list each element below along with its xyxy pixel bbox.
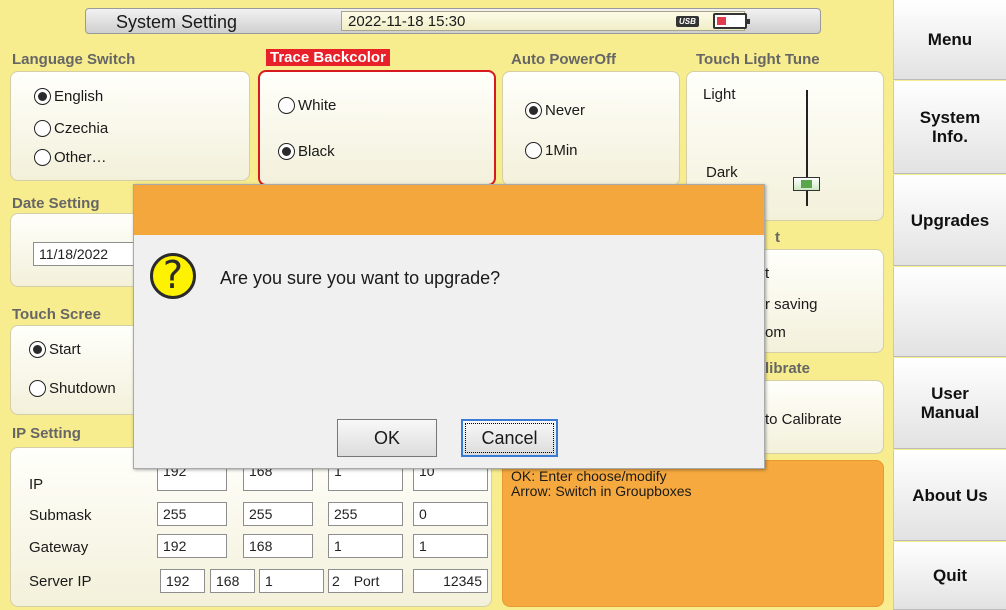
touch-light-header: Touch Light Tune: [696, 51, 820, 68]
port-label: Port: [353, 573, 380, 589]
calibrate-header: librate: [765, 360, 811, 377]
partial-option-3[interactable]: om: [765, 324, 786, 341]
date-setting-header: Date Setting: [12, 195, 100, 212]
language-english-radio[interactable]: English: [34, 88, 103, 105]
gateway-label: Gateway: [29, 539, 89, 556]
radio-unchecked-icon: [34, 120, 51, 137]
trace-white-radio[interactable]: White: [278, 97, 336, 114]
gateway-octet-1[interactable]: 192: [157, 534, 227, 558]
date-input[interactable]: 11/18/2022: [33, 242, 135, 266]
help-line-arrow: Arrow: Switch in Groupboxes: [511, 483, 692, 499]
server-octet-2[interactable]: 168: [210, 569, 255, 593]
status-bar: System Setting 2022-11-18 15:30 USB: [85, 8, 821, 34]
window-title: System Setting: [116, 12, 238, 32]
gateway-octet-4[interactable]: 1: [413, 534, 488, 558]
usb-icon: USB: [676, 16, 699, 27]
about-us-button[interactable]: About Us: [893, 450, 1006, 541]
dark-label: Dark: [706, 164, 738, 181]
radio-unchecked-icon: [278, 97, 295, 114]
auto-poweroff-group: Never 1Min: [502, 71, 680, 186]
partial-option-2[interactable]: r saving: [765, 296, 818, 313]
partial-option-1[interactable]: t: [765, 265, 769, 282]
language-group: English Czechia Other…: [10, 71, 250, 181]
battery-icon: [713, 13, 750, 29]
radio-unchecked-icon: [29, 380, 46, 397]
radio-checked-icon: [34, 88, 51, 105]
dialog-message: Are you sure you want to upgrade?: [220, 268, 501, 288]
system-info-button[interactable]: System Info.: [893, 81, 1006, 174]
submask-octet-1[interactable]: 255: [157, 502, 227, 526]
server-octet-4[interactable]: 2 Port: [328, 569, 403, 593]
touch-shutdown-radio[interactable]: Shutdown: [29, 380, 116, 397]
brightness-slider-handle[interactable]: [793, 177, 820, 191]
poweroff-never-radio[interactable]: Never: [525, 102, 585, 119]
gateway-octet-3[interactable]: 1: [328, 534, 403, 558]
submask-octet-4[interactable]: 0: [413, 502, 488, 526]
ip-octet-3[interactable]: 1: [328, 467, 403, 491]
radio-unchecked-icon: [525, 142, 542, 159]
help-line-ok: OK: Enter choose/modify: [511, 468, 667, 484]
radio-unchecked-icon: [34, 149, 51, 166]
language-other-radio[interactable]: Other…: [34, 149, 107, 166]
trace-backcolor-header: Trace Backcolor: [266, 49, 390, 66]
radio-checked-icon: [278, 143, 295, 160]
user-manual-button[interactable]: User Manual: [893, 358, 1006, 449]
menu-button[interactable]: Menu: [893, 0, 1006, 80]
ip-octet-1[interactable]: 192: [157, 467, 227, 491]
server-octet-3[interactable]: 1: [259, 569, 324, 593]
cancel-button[interactable]: Cancel: [461, 419, 558, 457]
partial-group-header: t: [775, 229, 780, 246]
ok-button[interactable]: OK: [337, 419, 437, 457]
trace-backcolor-group: White Black: [258, 70, 496, 186]
poweroff-1min-radio[interactable]: 1Min: [525, 142, 578, 159]
upgrade-confirm-dialog: ? Are you sure you want to upgrade? OK C…: [133, 184, 765, 469]
language-switch-header: Language Switch: [12, 51, 136, 68]
radio-checked-icon: [525, 102, 542, 119]
submask-octet-2[interactable]: 255: [243, 502, 313, 526]
trace-black-radio[interactable]: Black: [278, 143, 335, 160]
ip-octet-2[interactable]: 168: [243, 467, 313, 491]
submask-label: Submask: [29, 507, 92, 524]
calibrate-button[interactable]: to Calibrate: [765, 411, 842, 428]
server-ip-label: Server IP: [29, 573, 92, 590]
gateway-octet-2[interactable]: 168: [243, 534, 313, 558]
question-icon: ?: [150, 253, 196, 299]
radio-checked-icon: [29, 341, 46, 358]
touch-screen-header: Touch Scree: [12, 306, 101, 323]
light-label: Light: [703, 86, 736, 103]
ip-octet-4[interactable]: 10: [413, 467, 488, 491]
quit-button[interactable]: Quit: [893, 542, 1006, 610]
submask-octet-3[interactable]: 255: [328, 502, 403, 526]
ip-label: IP: [29, 476, 44, 493]
language-czechia-radio[interactable]: Czechia: [34, 120, 108, 137]
server-octet-1[interactable]: 192: [160, 569, 205, 593]
upgrades-button[interactable]: Upgrades: [893, 175, 1006, 266]
help-panel: OK: Enter choose/modify Arrow: Switch in…: [502, 460, 884, 607]
port-input[interactable]: 12345: [413, 569, 488, 593]
auto-poweroff-header: Auto PowerOff: [511, 51, 616, 68]
empty-menu-button[interactable]: [893, 267, 1006, 357]
touch-start-radio[interactable]: Start: [29, 341, 81, 358]
ip-setting-header: IP Setting: [12, 425, 81, 442]
dialog-title-bar: [134, 185, 764, 235]
